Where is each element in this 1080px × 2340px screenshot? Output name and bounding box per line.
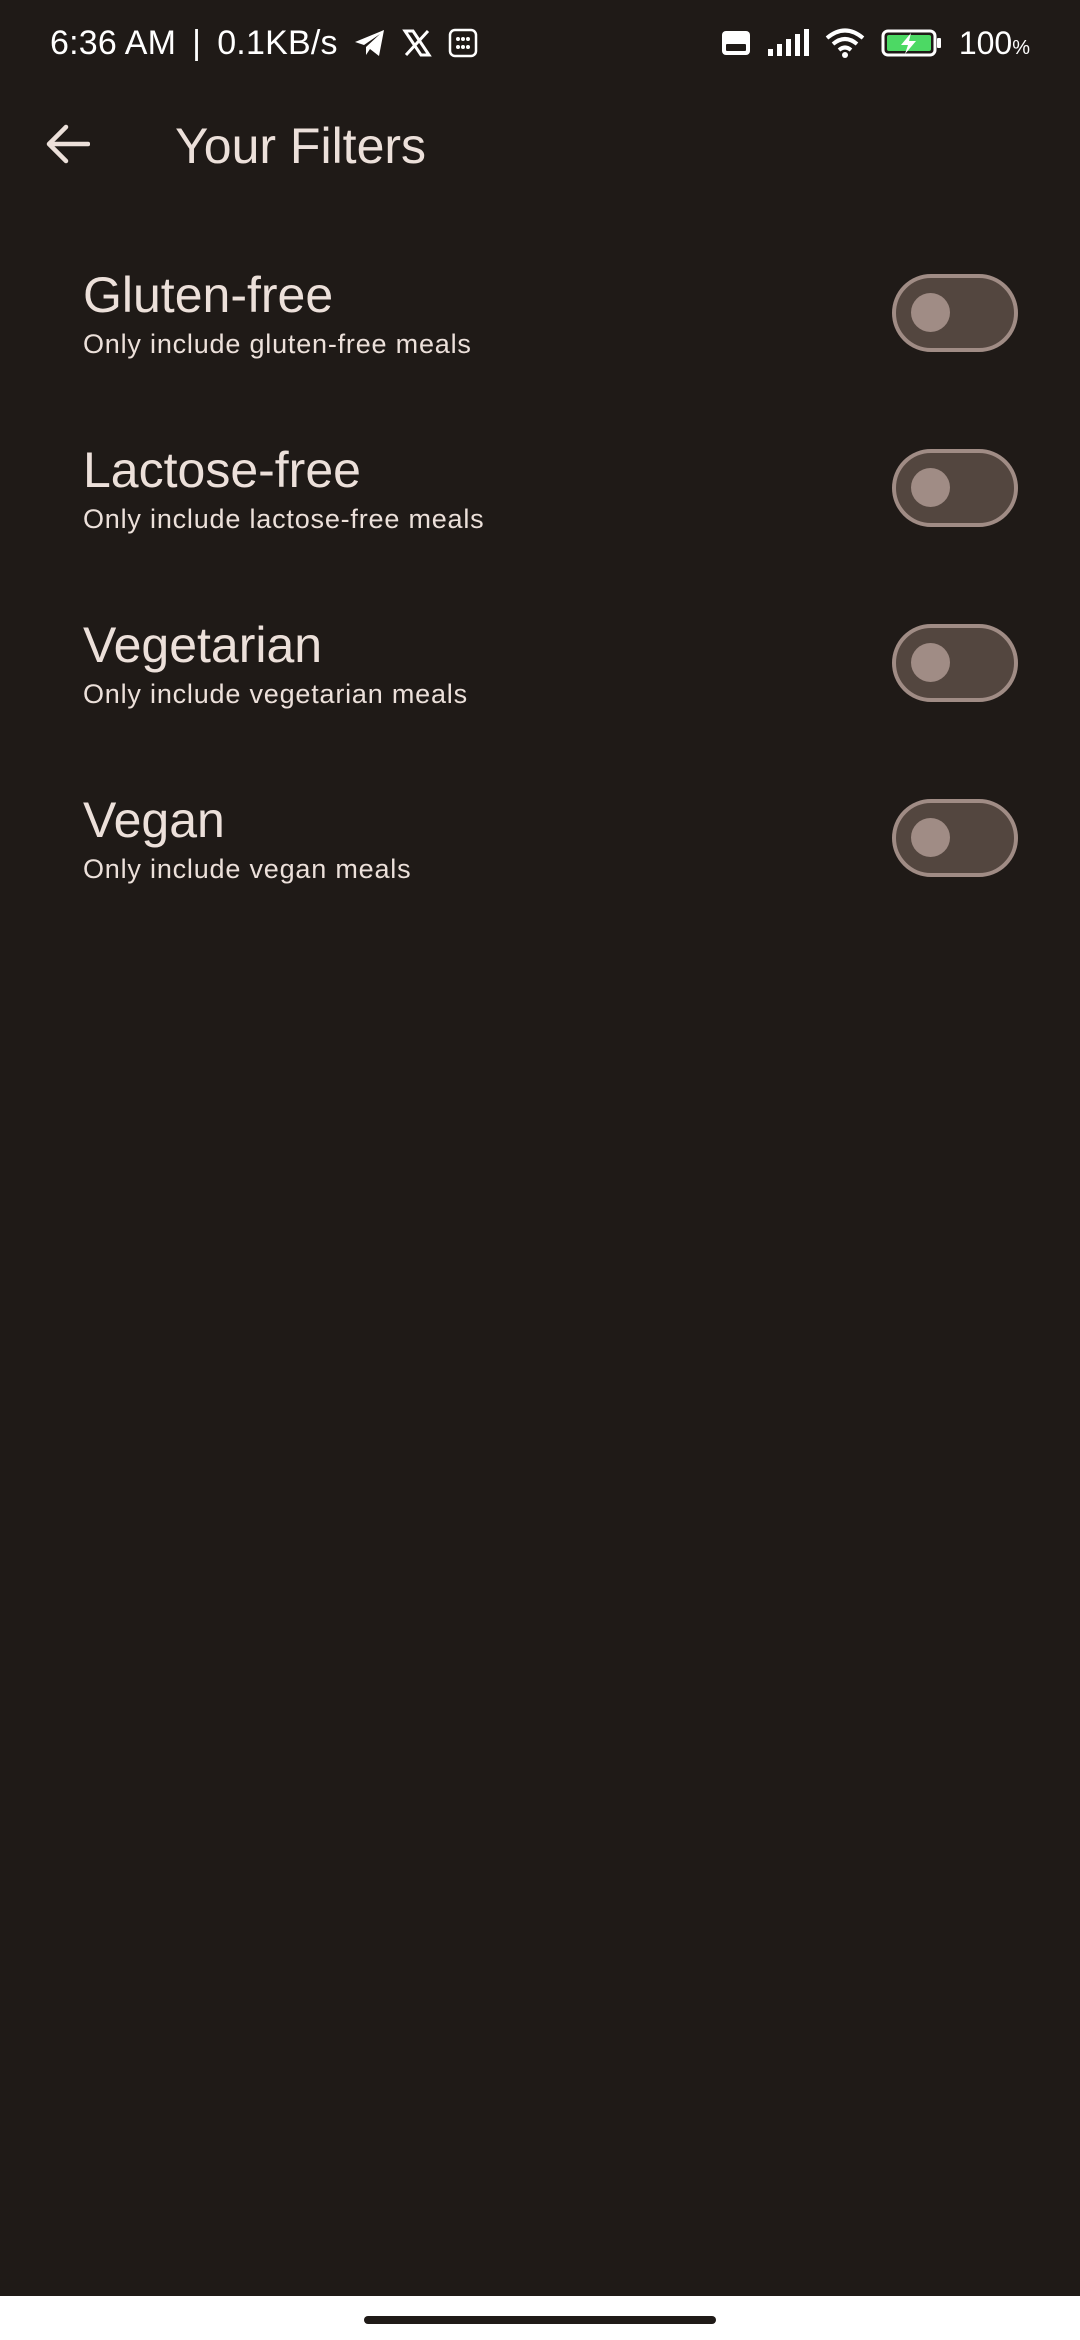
- filter-item-vegetarian[interactable]: Vegetarian Only include vegetarian meals: [0, 575, 1080, 750]
- navigation-bar: [0, 2296, 1080, 2340]
- volte-icon: [721, 28, 751, 58]
- wifi-icon: [825, 28, 865, 58]
- network-speed: 0.1KB/s: [217, 23, 338, 62]
- filter-item-lactose-free[interactable]: Lactose-free Only include lactose-free m…: [0, 400, 1080, 575]
- telegram-icon: [354, 28, 386, 58]
- status-bar-right: 100%: [721, 25, 1030, 62]
- x-icon: [401, 28, 432, 58]
- filter-subtitle: Only include vegan meals: [83, 853, 412, 884]
- status-bar-left: 6:36 AM | 0.1KB/s: [50, 24, 478, 63]
- page-title: Your Filters: [175, 118, 427, 174]
- arrow-left-icon: [46, 124, 91, 169]
- gluten-free-switch[interactable]: [892, 273, 1018, 352]
- vegan-switch[interactable]: [892, 798, 1018, 877]
- switch-thumb: [911, 468, 950, 507]
- vegetarian-switch[interactable]: [892, 623, 1018, 702]
- lactose-free-switch[interactable]: [892, 448, 1018, 527]
- battery-charging-icon: [881, 28, 943, 58]
- filter-subtitle: Only include gluten-free meals: [83, 328, 472, 359]
- filter-title: Vegan: [83, 791, 225, 848]
- filter-texts: Vegetarian Only include vegetarian meals: [83, 614, 468, 712]
- app-notification-icon: [448, 28, 478, 58]
- filter-title: Gluten-free: [83, 266, 334, 323]
- filter-texts: Gluten-free Only include gluten-free mea…: [83, 264, 472, 362]
- switch-thumb: [911, 818, 950, 857]
- filter-title: Lactose-free: [83, 441, 361, 498]
- filter-item-gluten-free[interactable]: Gluten-free Only include gluten-free mea…: [0, 225, 1080, 400]
- filter-texts: Lactose-free Only include lactose-free m…: [83, 439, 484, 537]
- filter-list: Gluten-free Only include gluten-free mea…: [0, 225, 1080, 925]
- back-button[interactable]: [20, 98, 116, 194]
- app-bar: Your Filters: [0, 86, 1080, 206]
- status-time: 6:36 AM: [50, 23, 177, 62]
- gesture-handle[interactable]: [364, 2316, 716, 2324]
- filter-item-vegan[interactable]: Vegan Only include vegan meals: [0, 750, 1080, 925]
- switch-thumb: [911, 643, 950, 682]
- filter-subtitle: Only include vegetarian meals: [83, 678, 468, 709]
- status-bar: 6:36 AM | 0.1KB/s 100%: [0, 0, 1080, 86]
- status-separator: |: [192, 23, 202, 62]
- switch-thumb: [911, 293, 950, 332]
- battery-percentage: 100%: [958, 24, 1030, 61]
- signal-icon: [767, 28, 809, 58]
- filters-screen: 6:36 AM | 0.1KB/s 100% Your Filters Glut…: [0, 0, 1080, 2340]
- filter-title: Vegetarian: [83, 616, 323, 673]
- filter-texts: Vegan Only include vegan meals: [83, 789, 411, 887]
- filter-subtitle: Only include lactose-free meals: [83, 503, 485, 534]
